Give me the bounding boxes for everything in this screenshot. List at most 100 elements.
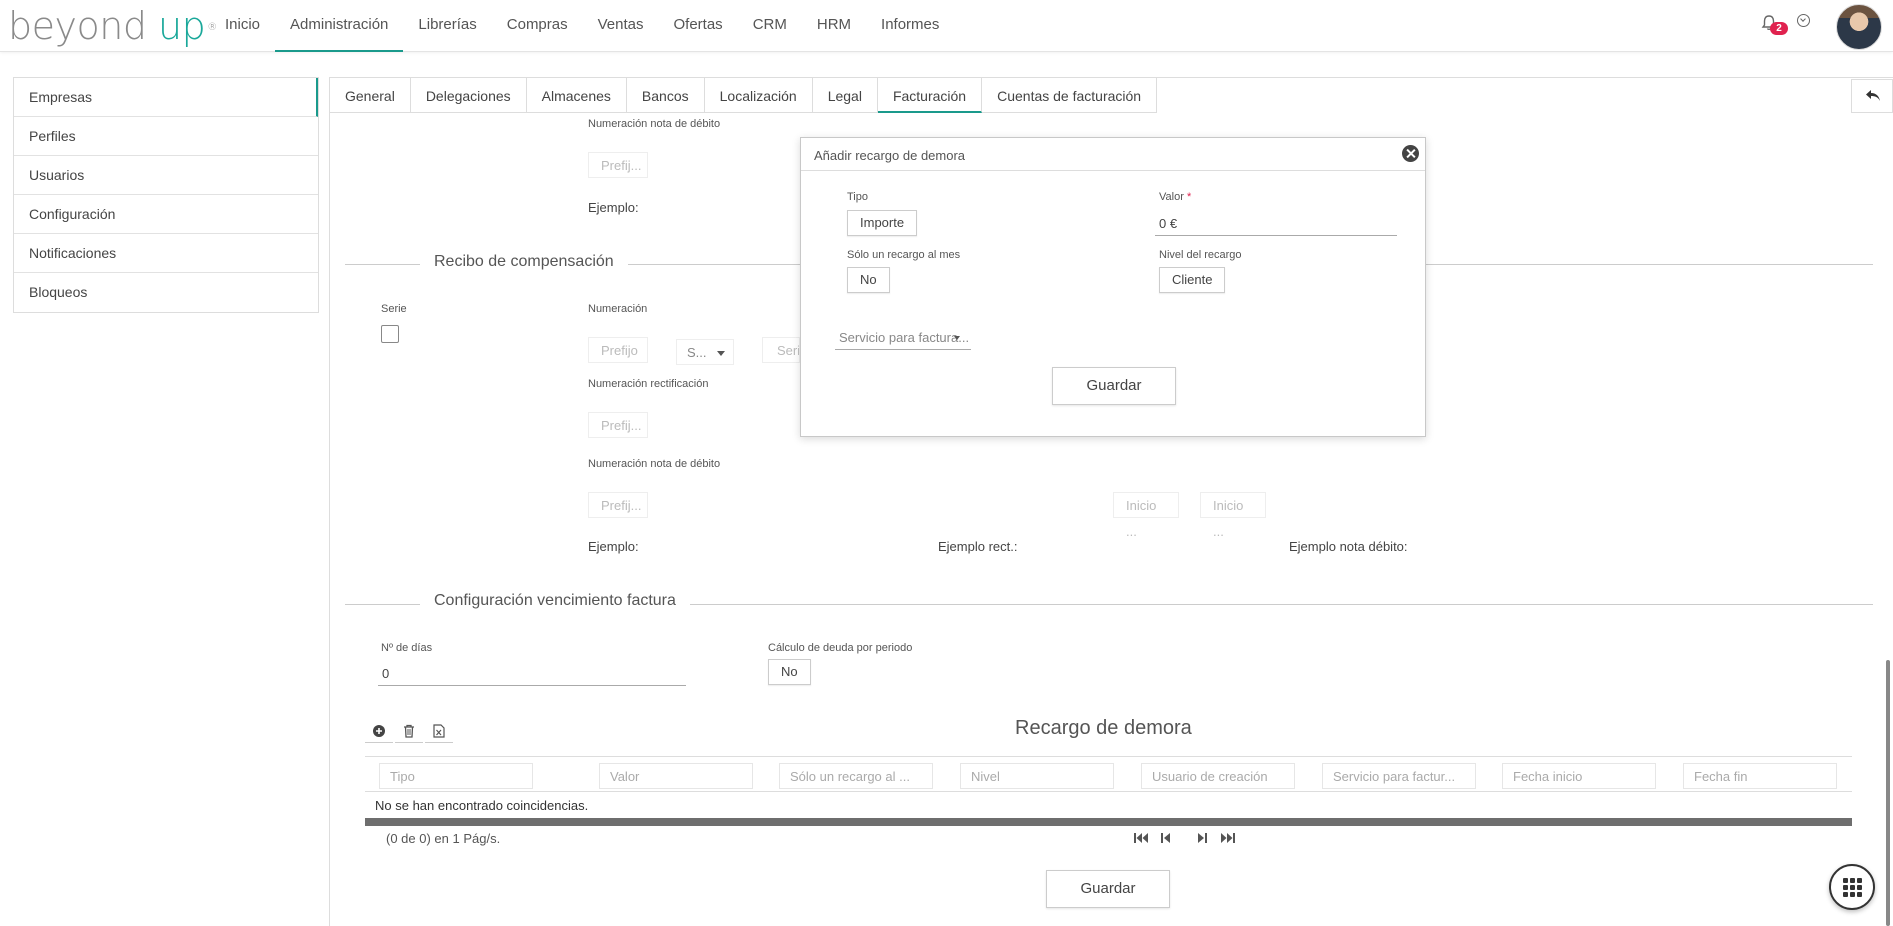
tab-bar: General Delegaciones Almacenes Bancos Lo…	[329, 77, 1158, 113]
tab-facturacion[interactable]: Facturación	[877, 77, 983, 113]
days-input[interactable]: 0	[378, 662, 686, 686]
modal-servicio-select-value: Servicio para factura...	[839, 330, 970, 345]
sidebar-item-configuracion[interactable]: Configuración	[14, 195, 318, 234]
last-page-icon[interactable]	[1220, 831, 1236, 845]
nav-item-ventas[interactable]: Ventas	[583, 0, 659, 52]
nav-item-compras[interactable]: Compras	[492, 0, 583, 52]
chevron-down-icon	[717, 351, 725, 356]
filter-servicio[interactable]: Servicio para factur...	[1322, 763, 1476, 789]
numeracion-serie-input[interactable]: Seri	[762, 337, 800, 363]
notification-count-badge: 2	[1770, 22, 1788, 35]
avatar[interactable]	[1836, 4, 1882, 50]
numeracion-serie-select-value: S...	[687, 345, 707, 360]
modal-tipo-toggle[interactable]: Importe	[847, 210, 918, 236]
tab-general[interactable]: General	[329, 77, 411, 113]
nav-item-librerias[interactable]: Librerías	[403, 0, 491, 52]
calc-debt-toggle[interactable]: No	[768, 659, 811, 685]
filter-valor[interactable]: Valor	[599, 763, 753, 789]
excel-export-button[interactable]	[425, 719, 453, 743]
chevron-circle-icon[interactable]	[1797, 14, 1810, 27]
inicio-input-1[interactable]: Inicio ...	[1113, 492, 1179, 539]
filter-nivel[interactable]: Nivel	[960, 763, 1114, 789]
modal-servicio-select[interactable]: Servicio para factura...	[835, 326, 971, 350]
sidebar-item-usuarios[interactable]: Usuarios	[14, 156, 318, 195]
nav-item-informes[interactable]: Informes	[866, 0, 954, 52]
prev-page-icon[interactable]	[1159, 831, 1175, 845]
undo-arrow-icon	[1866, 90, 1880, 101]
modal-valor-input[interactable]: 0 €	[1155, 212, 1397, 236]
recibo-example-label: Ejemplo:	[588, 539, 639, 554]
modal-solo-toggle[interactable]: No	[847, 267, 890, 293]
numeracion-prefix-input[interactable]: Prefijo	[588, 337, 648, 363]
close-icon[interactable]	[1402, 145, 1419, 162]
delete-icon	[404, 724, 414, 738]
logo[interactable]: beyond up ®	[8, 4, 217, 48]
recibo-example-debit-label: Ejemplo nota débito:	[1289, 539, 1408, 554]
back-button[interactable]	[1851, 79, 1893, 113]
grid-apps-icon	[1843, 878, 1862, 897]
logo-text-left: beyond	[8, 4, 147, 48]
paging-info: (0 de 0) en 1 Pág/s.	[386, 831, 501, 846]
days-label: Nº de días	[381, 642, 433, 654]
modal-header: Añadir recargo de demora	[801, 138, 1425, 171]
grid-title: Recargo de demora	[1015, 717, 1192, 739]
next-page-icon[interactable]	[1193, 831, 1209, 845]
example-label: Ejemplo:	[588, 200, 639, 215]
tab-legal[interactable]: Legal	[812, 77, 878, 113]
sidebar-item-perfiles[interactable]: Perfiles	[14, 117, 318, 156]
inicio-input-2[interactable]: Inicio ...	[1200, 492, 1266, 539]
chevron-down-icon	[954, 336, 960, 340]
delete-button[interactable]	[395, 719, 423, 743]
nav-item-crm[interactable]: CRM	[738, 0, 802, 52]
sidebar-item-bloqueos[interactable]: Bloqueos	[14, 273, 318, 312]
required-marker: *	[1186, 191, 1192, 203]
grid-filter-row: Tipo Valor Sólo un recargo al ... Nivel …	[365, 756, 1852, 792]
rect-prefix-input[interactable]: Prefij...	[588, 412, 648, 438]
serie-checkbox[interactable]	[381, 325, 399, 343]
tab-delegaciones[interactable]: Delegaciones	[410, 77, 527, 113]
tab-cuentas-facturacion[interactable]: Cuentas de facturación	[982, 77, 1158, 113]
modal-valor-label-text: Valor	[1159, 191, 1184, 203]
nav-item-hrm[interactable]: HRM	[802, 0, 866, 52]
serie-label: Serie	[381, 303, 407, 315]
recibo-debit-prefix-input[interactable]: Prefij...	[588, 492, 648, 518]
rect-numbering-label: Numeración rectificación	[588, 378, 709, 390]
grid-horizontal-scrollbar[interactable]	[365, 818, 1852, 826]
tab-bancos[interactable]: Bancos	[626, 77, 705, 113]
tab-localizacion[interactable]: Localización	[704, 77, 813, 113]
debit-prefix-input[interactable]: Prefij...	[588, 152, 648, 178]
add-button[interactable]	[365, 719, 393, 743]
apps-menu-button[interactable]	[1829, 864, 1875, 910]
save-button[interactable]: Guardar	[1046, 870, 1170, 908]
numeracion-label: Numeración	[588, 303, 648, 315]
numeracion-serie-select[interactable]: S...	[676, 339, 734, 365]
section-title-vencimiento: Configuración vencimiento factura	[420, 592, 690, 610]
excel-export-icon	[433, 723, 445, 738]
filter-fecha-inicio[interactable]: Fecha inicio	[1502, 763, 1656, 789]
add-icon	[373, 724, 385, 737]
main-nav: Inicio Administración Librerías Compras …	[210, 0, 954, 52]
modal-solo-label: Sólo un recargo al mes	[847, 249, 961, 261]
section-title-recibo: Recibo de compensación	[420, 253, 628, 271]
first-page-icon[interactable]	[1133, 831, 1149, 845]
modal-nivel-label: Nivel del recargo	[1159, 249, 1242, 261]
modal-tipo-label: Tipo	[847, 191, 868, 203]
modal-title: Añadir recargo de demora	[814, 148, 966, 163]
filter-usuario-creacion[interactable]: Usuario de creación	[1141, 763, 1295, 789]
tab-almacenes[interactable]: Almacenes	[526, 77, 627, 113]
nav-item-ofertas[interactable]: Ofertas	[659, 0, 738, 52]
logo-text-right: up	[158, 4, 206, 48]
recibo-example-rect-label: Ejemplo rect.:	[938, 539, 1018, 554]
nav-item-administracion[interactable]: Administración	[275, 0, 404, 52]
nav-item-inicio[interactable]: Inicio	[210, 0, 275, 52]
sidebar-item-notificaciones[interactable]: Notificaciones	[14, 234, 318, 273]
filter-tipo[interactable]: Tipo	[379, 763, 533, 789]
filter-solo-un-recargo[interactable]: Sólo un recargo al ...	[779, 763, 933, 789]
modal-save-button[interactable]: Guardar	[1052, 367, 1176, 405]
sidebar-item-empresas[interactable]: Empresas	[14, 78, 318, 117]
debit-numbering-label: Numeración nota de débito	[588, 118, 721, 130]
vertical-scrollbar[interactable]	[1886, 660, 1890, 926]
filter-fecha-fin[interactable]: Fecha fin	[1683, 763, 1837, 789]
modal-valor-label: Valor *	[1159, 191, 1191, 203]
modal-nivel-toggle[interactable]: Cliente	[1159, 267, 1226, 293]
